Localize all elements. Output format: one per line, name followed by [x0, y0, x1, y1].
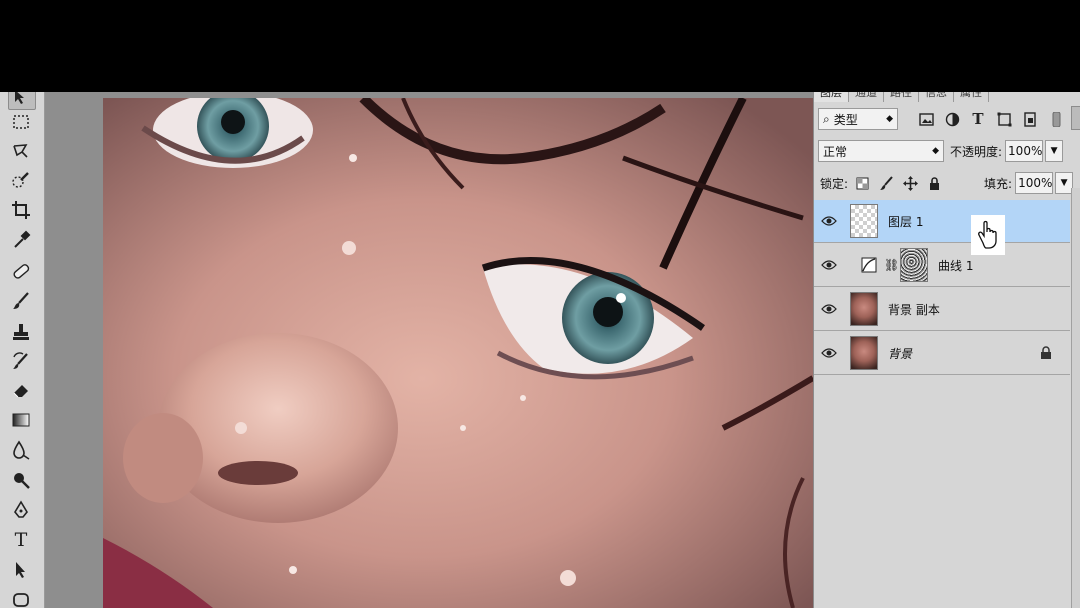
layer-mask-thumbnail[interactable]: [900, 248, 928, 282]
tab-info[interactable]: 信息: [919, 92, 954, 102]
type-tool-glyph: T: [14, 529, 28, 551]
layer-row-background-copy[interactable]: 背景 副本: [814, 288, 1070, 331]
lasso-tool-icon[interactable]: [8, 139, 34, 163]
clone-stamp-tool-icon[interactable]: [8, 320, 34, 344]
shape-tool-icon[interactable]: [8, 588, 34, 608]
spot-healing-tool-icon[interactable]: [8, 259, 34, 283]
panel-scrollbar-arrow[interactable]: [1071, 106, 1080, 130]
pen-tool-icon[interactable]: [8, 498, 34, 522]
curves-adjustment-icon: [860, 256, 878, 274]
blend-mode-select[interactable]: 正常 ◆: [818, 140, 944, 162]
layer-name[interactable]: 图层 1: [888, 213, 923, 230]
marquee-tool-icon[interactable]: [8, 110, 34, 134]
crop-tool-icon[interactable]: [8, 198, 34, 222]
layer-thumbnail-photo: [850, 336, 878, 370]
hand-cursor-highlight: [971, 215, 1005, 255]
lock-position-move-icon[interactable]: [900, 173, 920, 193]
document-canvas[interactable]: [45, 92, 813, 608]
tab-channels[interactable]: 通道: [849, 92, 884, 102]
path-selection-tool-icon[interactable]: [8, 558, 34, 582]
visibility-eye-icon[interactable]: [814, 259, 844, 271]
fill-input[interactable]: 100%: [1015, 172, 1054, 194]
filter-shape-icon[interactable]: [994, 109, 1014, 129]
video-letterbox-top: [0, 0, 1080, 92]
tools-panel: T: [0, 92, 45, 608]
portrait-photo: [103, 98, 813, 608]
move-tool-icon[interactable]: [8, 92, 36, 110]
lock-pixels-brush-icon[interactable]: [876, 173, 896, 193]
hand-cursor-icon: [978, 220, 997, 249]
tab-properties[interactable]: 属性: [954, 92, 989, 102]
layer-lock-icon: [1040, 344, 1052, 363]
lock-all-icon[interactable]: [924, 173, 944, 193]
dodge-tool-icon[interactable]: [8, 468, 34, 492]
visibility-eye-icon[interactable]: [814, 303, 844, 315]
layer-filter-row: ⌕ 类型 ◆ T: [814, 108, 1080, 130]
blur-tool-icon[interactable]: [8, 438, 34, 462]
layer-row-layer1[interactable]: 图层 1: [814, 200, 1070, 243]
layer-name[interactable]: 背景 副本: [888, 301, 940, 318]
tab-paths[interactable]: 路径: [884, 92, 919, 102]
layer-row-curves1[interactable]: ⛓ 曲线 1: [814, 244, 1070, 287]
filter-smart-object-icon[interactable]: [1020, 109, 1040, 129]
opacity-input[interactable]: 100%: [1005, 140, 1044, 162]
layer-row-background[interactable]: 背景: [814, 332, 1070, 375]
eyedropper-tool-icon[interactable]: [8, 228, 34, 252]
fill-label: 填充:: [984, 176, 1013, 191]
layer-filter-label: 类型: [833, 112, 858, 127]
lock-transparent-icon[interactable]: [852, 173, 872, 193]
layer-thumbnail-transparent: [850, 204, 878, 238]
panel-scrollbar[interactable]: [1071, 188, 1080, 608]
lock-label: 锁定:: [820, 176, 849, 191]
blend-row: 正常 ◆ 不透明度: 100% ▼: [814, 140, 1080, 162]
quick-selection-tool-icon[interactable]: [8, 168, 34, 192]
filter-type-icon[interactable]: T: [968, 109, 988, 129]
filter-pixel-icon[interactable]: [916, 109, 936, 129]
type-tool-icon[interactable]: T: [8, 528, 34, 552]
opacity-dropdown-icon[interactable]: ▼: [1045, 140, 1064, 162]
visibility-eye-icon[interactable]: [814, 215, 844, 227]
filter-toggle-icon[interactable]: [1046, 109, 1066, 129]
layer-name[interactable]: 背景: [888, 345, 912, 362]
layer-name[interactable]: 曲线 1: [938, 257, 973, 274]
gradient-tool-icon[interactable]: [8, 408, 34, 432]
visibility-eye-icon[interactable]: [814, 347, 844, 359]
lock-row: 锁定: 填充: 100% ▼: [814, 172, 1080, 194]
chevron-down-icon: ◆: [932, 146, 939, 156]
opacity-label: 不透明度:: [950, 144, 1003, 159]
filter-adjustment-icon[interactable]: [942, 109, 962, 129]
photoshop-window: T 图层 通道 路径 信息 属性 ⌕ 类型 ◆ T 正常 ◆ 不透明度: 100…: [0, 92, 1080, 608]
search-icon: ⌕: [823, 111, 830, 126]
layer-filter-select[interactable]: ⌕ 类型 ◆: [818, 108, 898, 130]
tab-layers[interactable]: 图层: [814, 92, 849, 102]
panel-tabs: 图层 通道 路径 信息 属性: [814, 92, 1080, 102]
link-chain-icon[interactable]: ⛓: [884, 258, 899, 272]
blend-mode-value: 正常: [823, 144, 848, 159]
brush-tool-icon[interactable]: [8, 289, 34, 313]
layer-thumbnail-photo: [850, 292, 878, 326]
eraser-tool-icon[interactable]: [8, 378, 34, 402]
history-brush-tool-icon[interactable]: [8, 349, 34, 373]
chevron-down-icon: ◆: [886, 114, 893, 124]
layers-panel: 图层 通道 路径 信息 属性 ⌕ 类型 ◆ T 正常 ◆ 不透明度: 100% …: [813, 92, 1080, 608]
